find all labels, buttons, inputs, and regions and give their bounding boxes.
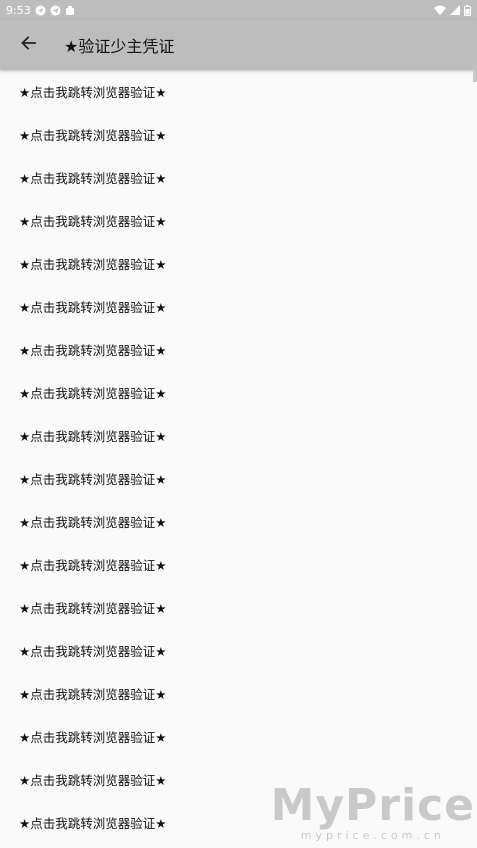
list-item[interactable]: ★点击我跳转浏览器验证★ (0, 500, 477, 543)
list-item-label: ★点击我跳转浏览器验证★ (19, 687, 167, 702)
status-bar: 9:53 (0, 0, 477, 20)
list-item-label: ★点击我跳转浏览器验证★ (19, 343, 167, 358)
list-item-label: ★点击我跳转浏览器验证★ (19, 257, 167, 272)
status-bar-left: 9:53 (6, 4, 75, 17)
list-item[interactable]: ★点击我跳转浏览器验证★ (0, 715, 477, 758)
list-item-label: ★点击我跳转浏览器验证★ (19, 773, 167, 788)
list-item-label: ★点击我跳转浏览器验证★ (19, 730, 167, 745)
list-item[interactable]: ★点击我跳转浏览器验证★ (0, 801, 477, 844)
list-item[interactable]: ★点击我跳转浏览器验证★ (0, 285, 477, 328)
list-item[interactable]: ★点击我跳转浏览器验证★ (0, 371, 477, 414)
arrow-left-icon (20, 35, 36, 55)
list-item-label: ★点击我跳转浏览器验证★ (19, 472, 167, 487)
list-item[interactable]: ★点击我跳转浏览器验证★ (0, 70, 477, 113)
status-bar-right (434, 4, 471, 16)
list-item[interactable]: ★点击我跳转浏览器验证★ (0, 328, 477, 371)
navigation-icon (35, 4, 46, 16)
status-time: 9:53 (6, 3, 31, 17)
list-item-label: ★点击我跳转浏览器验证★ (19, 171, 167, 186)
page-title: ★验证少主凭证 (64, 37, 175, 56)
list-item[interactable]: ★点击我跳转浏览器验证★ (0, 543, 477, 586)
verify-list: ★点击我跳转浏览器验证★ ★点击我跳转浏览器验证★ ★点击我跳转浏览器验证★ ★点击我… (0, 70, 477, 848)
app-bar: ★验证少主凭证 (0, 20, 477, 70)
battery-icon (464, 4, 471, 16)
scrollbar[interactable] (473, 70, 477, 82)
list-item[interactable]: ★点击我跳转浏览器验证★ (0, 629, 477, 672)
list-item[interactable]: ★点击我跳转浏览器验证★ (0, 414, 477, 457)
telegram-icon (50, 4, 61, 16)
list-item-label: ★点击我跳转浏览器验证★ (19, 128, 167, 143)
list-item[interactable]: ★点击我跳转浏览器验证★ (0, 672, 477, 715)
list-item[interactable]: ★点击我跳转浏览器验证★ (0, 758, 477, 801)
list-item[interactable]: ★点击我跳转浏览器验证★ (0, 199, 477, 242)
list-item-label: ★点击我跳转浏览器验证★ (19, 429, 167, 444)
list-item[interactable]: ★点击我跳转浏览器验证★ (0, 457, 477, 500)
list-item-label: ★点击我跳转浏览器验证★ (19, 515, 167, 530)
list-item-label: ★点击我跳转浏览器验证★ (19, 85, 167, 100)
list-item[interactable]: ★点击我跳转浏览器验证★ (0, 242, 477, 285)
list-item-label: ★点击我跳转浏览器验证★ (19, 214, 167, 229)
list-item-label: ★点击我跳转浏览器验证★ (19, 816, 167, 831)
list-item[interactable]: ★点击我跳转浏览器验证★ (0, 156, 477, 199)
list-item[interactable]: ★点击我跳转浏览器验证★ (0, 586, 477, 629)
cell-signal-icon (450, 5, 460, 15)
android-icon (65, 5, 75, 16)
list-item-label: ★点击我跳转浏览器验证★ (19, 601, 167, 616)
list-item-label: ★点击我跳转浏览器验证★ (19, 644, 167, 659)
wifi-icon (434, 5, 446, 15)
back-button[interactable] (0, 20, 56, 70)
list-item-label: ★点击我跳转浏览器验证★ (19, 300, 167, 315)
list-item-label: ★点击我跳转浏览器验证★ (19, 558, 167, 573)
list-item-label: ★点击我跳转浏览器验证★ (19, 386, 167, 401)
list-item[interactable]: ★点击我跳转浏览器验证★ (0, 113, 477, 156)
